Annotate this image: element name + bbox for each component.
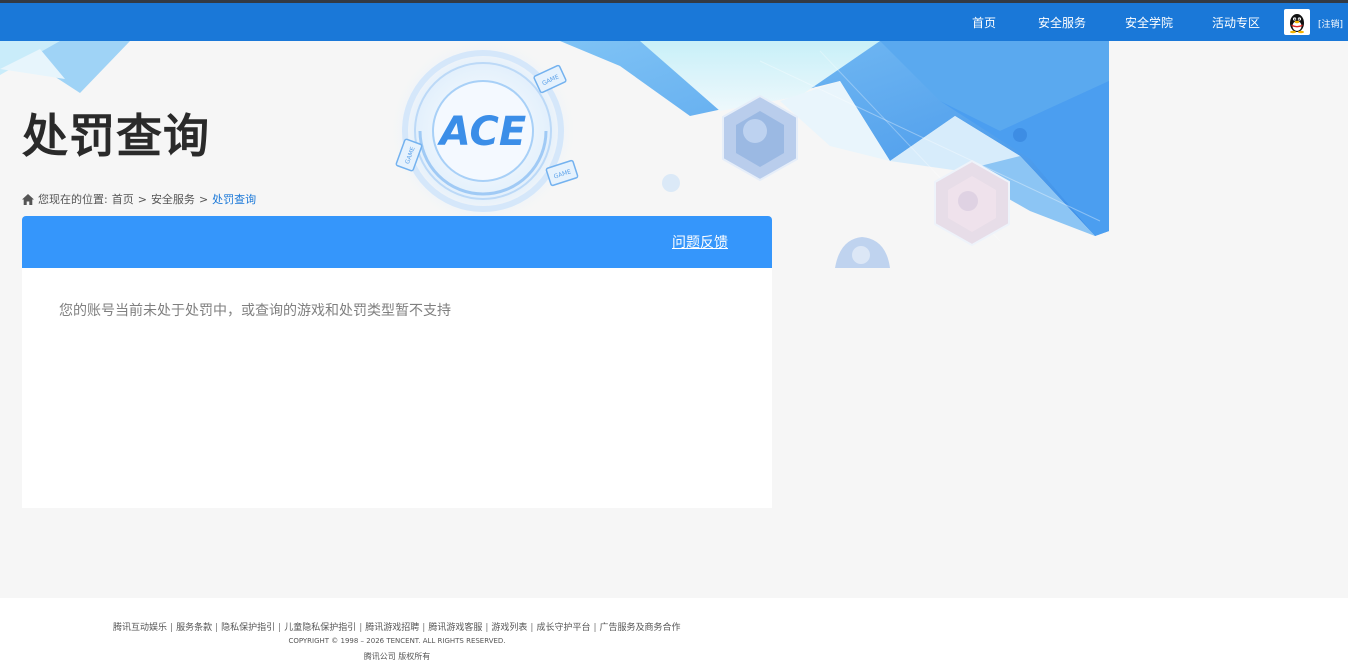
footer-link-parental[interactable]: 成长守护平台 (536, 623, 590, 633)
breadcrumb-item-home[interactable]: 首页 (112, 191, 134, 207)
nav-item-security-academy[interactable]: 安全学院 (1125, 14, 1173, 31)
footer-link-child-privacy[interactable]: 儿童隐私保护指引 (284, 623, 356, 633)
breadcrumb-separator: > (198, 192, 209, 206)
feedback-link[interactable]: 问题反馈 (672, 232, 728, 252)
breadcrumb-item-security-service[interactable]: 安全服务 (151, 191, 195, 207)
footer-link-tencent-ent[interactable]: 腾讯互动娱乐 (113, 623, 167, 633)
footer-link-support[interactable]: 腾讯游戏客服 (428, 623, 482, 633)
breadcrumb-separator: > (137, 192, 147, 206)
result-panel-body: 您的账号当前未处于处罚中，或查询的游戏和处罚类型暂不支持 (22, 268, 772, 508)
logout-link[interactable]: [注销] (1318, 17, 1343, 30)
breadcrumb: 您现在的位置: 首页 > 安全服务 > 处罚查询 (22, 192, 256, 206)
footer-link-careers[interactable]: 腾讯游戏招聘 (365, 623, 419, 633)
nav-item-events[interactable]: 活动专区 (1212, 14, 1260, 31)
result-panel-header: 问题反馈 (22, 216, 772, 268)
page-title: 处罚查询 (22, 109, 210, 163)
footer-copyright: COPYRIGHT © 1998 – 2026 TENCENT. ALL RIG… (288, 637, 506, 645)
footer-link-privacy[interactable]: 隐私保护指引 (221, 623, 275, 633)
nav-item-security-service[interactable]: 安全服务 (1038, 14, 1086, 31)
footer-owner: 腾讯公司 版权所有 (363, 652, 431, 661)
footer-link-terms[interactable]: 服务条款 (176, 623, 212, 633)
breadcrumb-item-current: 处罚查询 (212, 193, 257, 206)
result-message: 您的账号当前未处于处罚中，或查询的游戏和处罚类型暂不支持 (59, 303, 451, 319)
footer-link-ads[interactable]: 广告服务及商务合作 (600, 623, 681, 633)
nav-item-home[interactable]: 首页 (972, 14, 996, 31)
footer: 腾讯互动娱乐 | 服务条款 | 隐私保护指引 | 儿童隐私保护指引 | 腾讯游戏招聘 | 腾讯游戏客… (0, 598, 1348, 663)
qq-avatar-icon[interactable] (1284, 9, 1310, 35)
footer-links: 腾讯互动娱乐 | 服务条款 | 隐私保护指引 | 儿童隐私保护指引 | 腾讯游戏招聘 | 腾讯游戏客… (113, 623, 681, 633)
home-icon (22, 193, 34, 205)
top-navbar: 首页 安全服务 安全学院 活动专区 [注销] (0, 3, 1348, 41)
ace-badge-logo: ACE (437, 109, 526, 155)
footer-link-game-list[interactable]: 游戏列表 (491, 623, 527, 633)
breadcrumb-prefix: 您现在的位置: (38, 193, 108, 206)
